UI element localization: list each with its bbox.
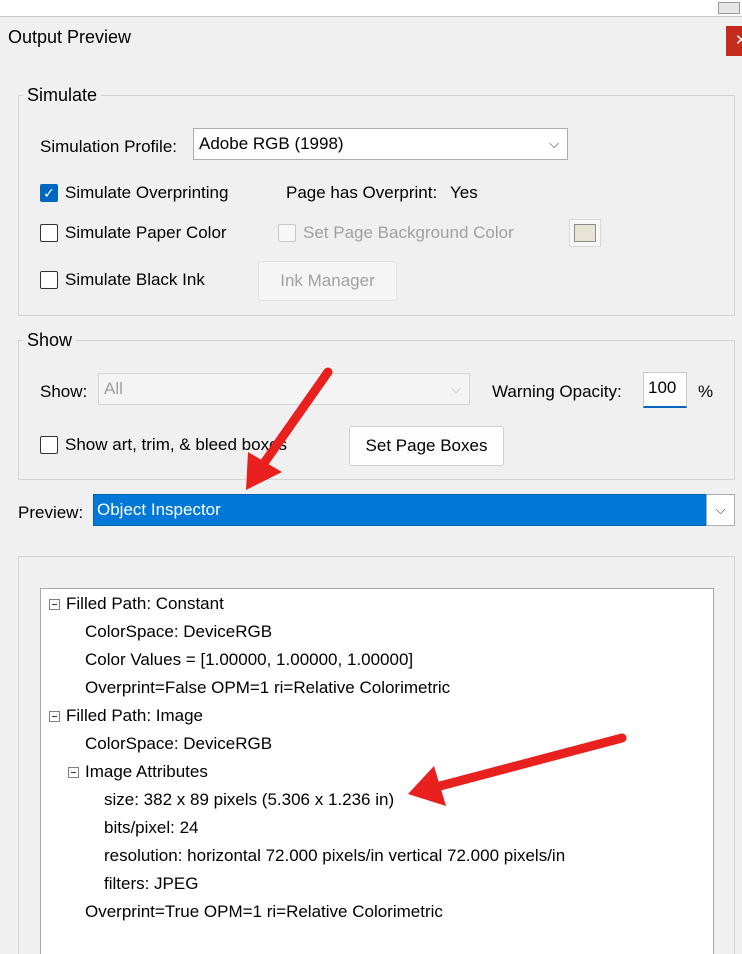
annotation-arrow-size (408, 733, 627, 806)
annotation-arrow-preview (246, 367, 333, 490)
annotation-arrows (246, 367, 627, 806)
